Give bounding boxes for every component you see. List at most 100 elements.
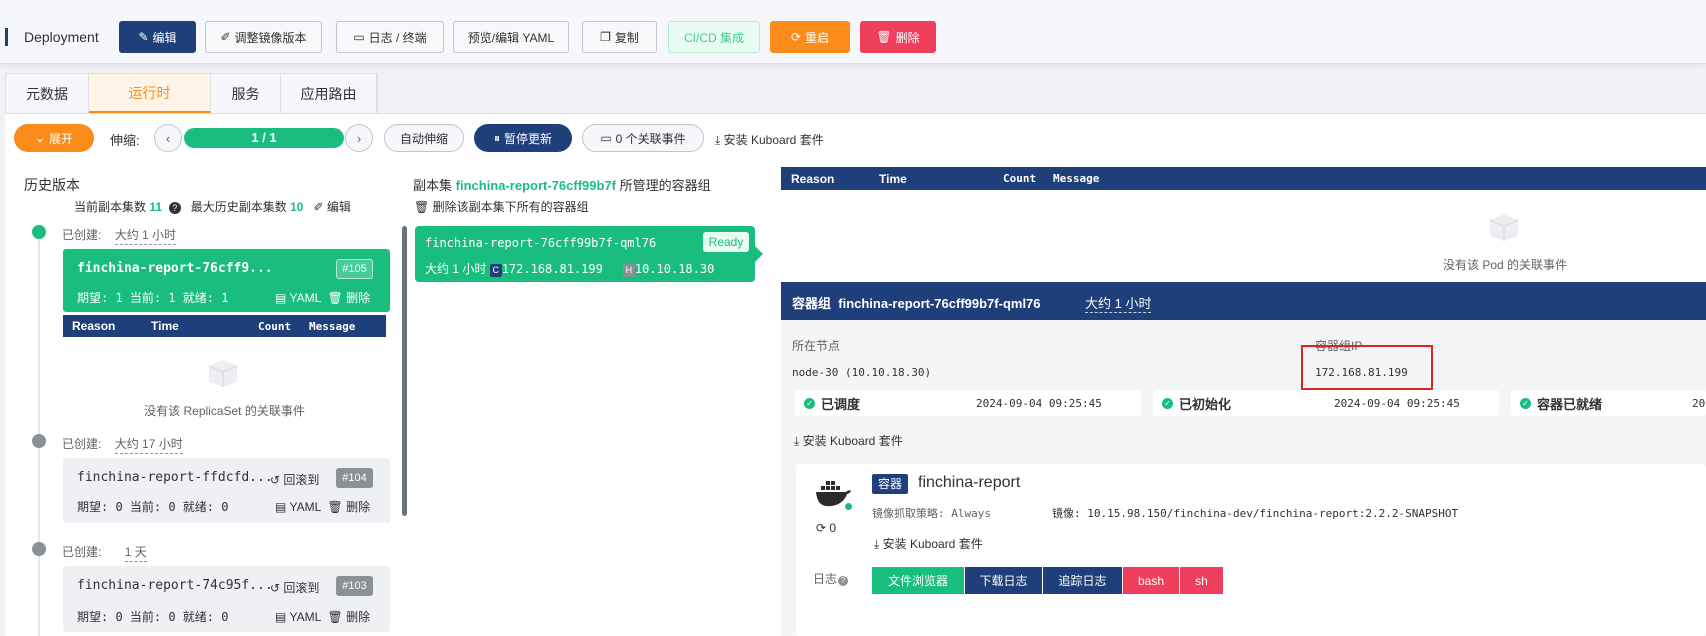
- copy-button[interactable]: ❐ 复制: [582, 21, 657, 53]
- message-icon: ▭: [600, 131, 612, 145]
- file-browser-button[interactable]: 文件浏览器: [872, 567, 964, 594]
- edit-history-link[interactable]: ✐ 编辑: [313, 200, 350, 214]
- autoscale-button[interactable]: 自动伸缩: [384, 124, 464, 152]
- pull-policy: 镜像抓取策略: Always: [872, 507, 991, 520]
- refresh-icon: ⟳: [816, 521, 827, 535]
- replicaset-name: finchina-report-ffdcfd...: [77, 470, 273, 485]
- restart-count: ⟳ 0: [816, 521, 837, 535]
- adjust-image-button[interactable]: ✐ 调整镜像版本: [205, 21, 322, 53]
- replicaset-no-events: 没有该 ReplicaSet 的关联事件: [144, 404, 305, 418]
- yaml-button[interactable]: 预览/编辑 YAML: [453, 21, 569, 53]
- container-name: finchina-report: [918, 474, 1021, 491]
- timeline-dot: [32, 434, 46, 448]
- yaml-link[interactable]: ▤ YAML: [275, 610, 321, 624]
- replicaset-name: finchina-report-76cff9...: [77, 261, 273, 276]
- timeline-dot-active: [32, 225, 46, 239]
- check-circle-icon: ✓: [1162, 397, 1173, 409]
- pod-age: 大约 1 小时: [425, 262, 487, 276]
- delete-all-pods-link[interactable]: 🗑 删除该副本集下所有的容器组: [414, 198, 589, 215]
- trash-icon: 🗑: [327, 500, 343, 514]
- pod-ip: 172.168.81.199: [501, 262, 603, 276]
- chevron-left-icon: ‹: [165, 130, 171, 146]
- rollback-link[interactable]: ↺ 回滚到: [270, 471, 319, 488]
- install-kuboard-link[interactable]: ⤓ 安装 Kuboard 套件: [794, 432, 903, 449]
- download-icon: ⤓: [715, 133, 721, 147]
- tab-metadata[interactable]: 元数据: [6, 74, 89, 114]
- cicd-button[interactable]: CI/CD 集成: [668, 21, 760, 53]
- pod-status-badge: Ready: [703, 232, 749, 252]
- replicaset-card[interactable]: finchina-report-ffdcfd... ↺ 回滚到 #104 期望:…: [63, 458, 390, 523]
- expand-button[interactable]: ⌄ 展开: [14, 124, 94, 152]
- edit-icon: ✎: [138, 30, 149, 44]
- container-running-dot: [845, 503, 852, 510]
- trash-icon: 🗑: [327, 291, 343, 305]
- host-ip-tag: H: [622, 264, 635, 277]
- replicaset-card[interactable]: finchina-report-74c95f... ↺ 回滚到 #103 期望:…: [63, 566, 390, 632]
- pod-card[interactable]: finchina-report-76cff99b7f-qml76 Ready 大…: [415, 226, 763, 282]
- scale-progress-text: 1 / 1: [251, 130, 277, 145]
- logs-terminal-button[interactable]: ▭ 日志 / 终端: [336, 21, 444, 53]
- delete-link[interactable]: 🗑 删除: [327, 291, 370, 305]
- download-logs-button[interactable]: 下载日志: [965, 567, 1042, 594]
- restart-button[interactable]: ⟳ 重启: [770, 21, 850, 53]
- copy-icon: ❐: [600, 30, 611, 44]
- pause-update-button[interactable]: ⏸ 暂停更新: [474, 124, 572, 152]
- container-tag: 容器: [872, 474, 908, 494]
- container-image: 镜像: 10.15.98.150/finchina-dev/finchina-r…: [1052, 507, 1459, 520]
- edit-button[interactable]: ✎ 编辑: [119, 21, 196, 53]
- sh-button[interactable]: sh: [1180, 567, 1223, 594]
- tab-runtime[interactable]: 运行时: [89, 74, 211, 114]
- history-title: 历史版本: [24, 177, 80, 193]
- pod-detail-header: 容器组 finchina-report-76cff99b7f-qml76 大约 …: [781, 282, 1706, 320]
- replicaset-card-active[interactable]: finchina-report-76cff9... #105 期望: 1 当前:…: [63, 249, 390, 312]
- scale-increase-button[interactable]: ›: [345, 124, 373, 152]
- container-ip-tag: C: [489, 264, 502, 277]
- pencil-icon: ✐: [313, 200, 324, 214]
- max-history-count: 10: [290, 200, 304, 214]
- install-kuboard-link[interactable]: ⤓ 安装 Kuboard 套件: [874, 535, 983, 552]
- check-circle-icon: ✓: [1520, 397, 1531, 409]
- created-row: 已创建: 大约 1 小时: [62, 226, 177, 245]
- host-ip: 10.10.18.30: [634, 262, 715, 276]
- pod-no-events: 没有该 Pod 的关联事件: [1442, 258, 1568, 272]
- top-toolbar: Deployment ✎ 编辑 ✐ 调整镜像版本 ▭ 日志 / 终端 预览/编辑 YA…: [0, 0, 1706, 64]
- help-icon[interactable]: ?: [838, 576, 849, 586]
- empty-box-icon: [203, 352, 243, 388]
- undo-icon: ↺: [270, 473, 281, 487]
- highlight-box: [1301, 345, 1433, 390]
- chevron-down-icon: ⌄: [34, 131, 46, 145]
- resource-kind-label: Deployment: [24, 29, 99, 45]
- scale-label: 伸缩:: [110, 133, 140, 148]
- replicaset-name: finchina-report-74c95f...: [77, 578, 273, 593]
- bash-button[interactable]: bash: [1123, 567, 1179, 594]
- replicaset-title: 副本集 finchina-report-76cff99b7f 所管理的容器组: [413, 178, 711, 193]
- replicaset-stats: 期望: 0 当前: 0 就绪: 0: [77, 610, 229, 624]
- revision-badge: #103: [336, 576, 373, 596]
- pencil-icon: ✐: [220, 30, 231, 44]
- follow-logs-button[interactable]: 追踪日志: [1043, 567, 1122, 594]
- tab-services[interactable]: 服务: [211, 74, 281, 114]
- delete-link[interactable]: 🗑 删除: [327, 500, 370, 514]
- created-row: 已创建: 大约 17 小时: [62, 435, 183, 454]
- tab-ingress[interactable]: 应用路由: [281, 74, 377, 114]
- rollback-link[interactable]: ↺ 回滚到: [270, 579, 319, 596]
- download-icon: ⤓: [794, 434, 800, 448]
- history-scrollbar[interactable]: [402, 226, 407, 516]
- delete-link[interactable]: 🗑 删除: [327, 610, 370, 624]
- help-icon[interactable]: ?: [168, 202, 181, 214]
- yaml-link[interactable]: ▤ YAML: [275, 291, 321, 305]
- yaml-link[interactable]: ▤ YAML: [275, 500, 321, 514]
- monitor-icon: ▭: [353, 30, 365, 44]
- scale-decrease-button[interactable]: ‹: [154, 124, 182, 152]
- pod-events-header: Reason Time Count Message: [781, 167, 1706, 190]
- pod-name: finchina-report-76cff99b7f-qml76: [425, 236, 657, 250]
- current-replicasets-count: 11: [149, 200, 163, 214]
- scale-progress: 1 / 1: [184, 128, 344, 148]
- node-value: node-30 (10.10.18.30): [792, 366, 932, 379]
- condition-initialized: ✓ 已初始化 2024-09-04 09:25:45: [1153, 390, 1499, 416]
- delete-button[interactable]: 🗑 删除: [860, 21, 936, 53]
- empty-box-icon: [1484, 206, 1524, 242]
- related-events-button[interactable]: ▭ 0 个关联事件: [582, 124, 704, 152]
- install-kuboard-link[interactable]: ⤓ 安装 Kuboard 套件: [715, 131, 824, 148]
- revision-badge: #104: [336, 468, 373, 488]
